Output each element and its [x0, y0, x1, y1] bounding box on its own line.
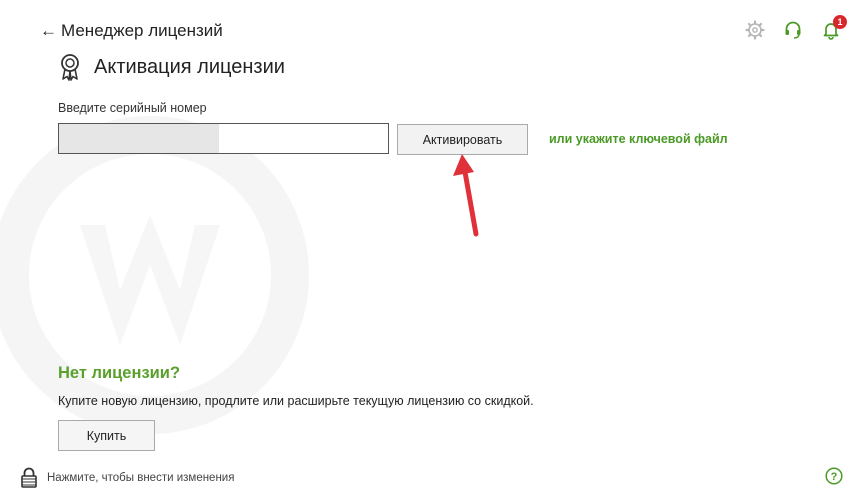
- lock-text: Нажмите, чтобы внести изменения: [47, 472, 235, 484]
- back-link[interactable]: ← Менеджер лицензий: [40, 21, 223, 41]
- lock-settings[interactable]: Нажмите, чтобы внести изменения: [20, 467, 234, 489]
- headset-icon[interactable]: [783, 20, 803, 40]
- help-icon[interactable]: ?: [825, 467, 843, 485]
- notification-badge: 1: [833, 15, 847, 29]
- back-label: Менеджер лицензий: [61, 21, 223, 40]
- lock-icon: [21, 467, 37, 488]
- gear-icon[interactable]: [745, 20, 765, 40]
- buy-button[interactable]: Купить: [58, 420, 155, 451]
- license-badge-icon: [61, 54, 79, 81]
- serial-label: Введите серийный номер: [58, 101, 207, 115]
- key-file-link[interactable]: или укажите ключевой файл: [549, 132, 728, 146]
- serial-number-input[interactable]: [58, 123, 389, 154]
- page-title: Активация лицензии: [94, 55, 285, 78]
- annotation-arrow: [453, 154, 479, 237]
- no-license-text: Купите новую лицензию, продлите или расш…: [58, 394, 534, 408]
- top-toolbar: 1: [745, 15, 847, 40]
- notifications-button[interactable]: 1: [821, 15, 847, 40]
- svg-text:?: ?: [831, 471, 838, 483]
- page-title-row: Активация лицензии: [58, 53, 285, 81]
- no-license-title: Нет лицензии?: [58, 364, 181, 382]
- back-arrow-icon: ←: [40, 21, 57, 40]
